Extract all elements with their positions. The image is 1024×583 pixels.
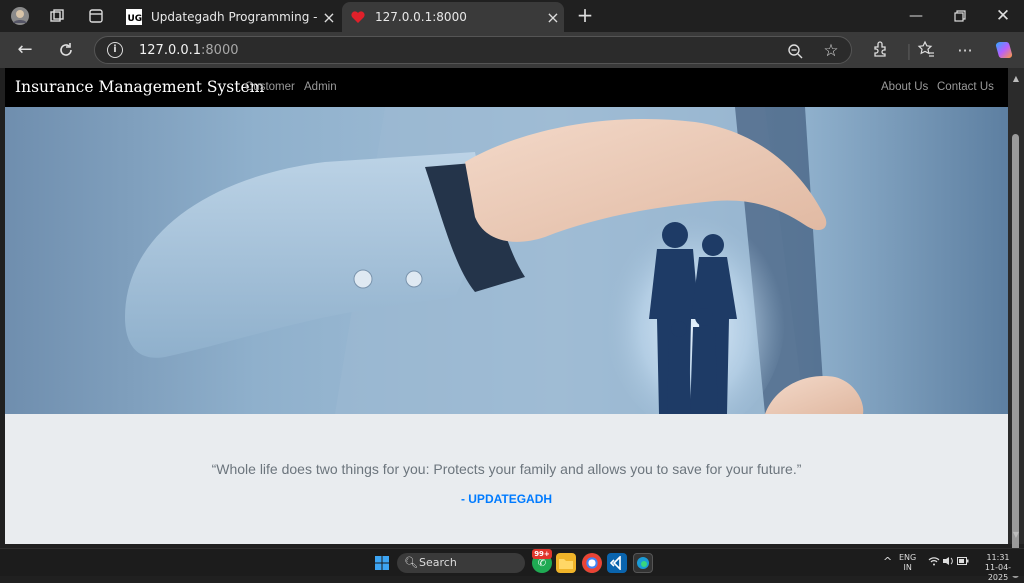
favorite-star-icon[interactable]: ☆ [821,41,841,61]
favorites-icon[interactable] [915,40,937,62]
taskbar-search[interactable]: 🔍︎ Search [397,553,525,573]
language-indicator[interactable]: ENG IN [899,553,916,573]
clock[interactable]: 11:31 11-04-2025 [976,553,1020,583]
workspaces-icon[interactable] [46,5,68,27]
new-tab-button[interactable]: + [573,5,597,27]
page-scrollbar[interactable]: ▲ ▼ [1008,68,1024,578]
site-brand[interactable]: Insurance Management System [15,78,264,96]
nav-contact-link[interactable]: Contact Us [937,81,994,93]
ug-logo-icon: UG [126,9,142,25]
address-bar[interactable]: i 127.0.0.1:8000 ☆ [94,36,852,64]
close-tab-icon[interactable]: × [542,8,564,27]
tab-localhost[interactable]: 127.0.0.1:8000 × [342,2,564,32]
heart-icon [350,9,366,25]
quote-author: - UPDATEGADH [460,492,553,506]
profile-avatar-icon[interactable] [9,5,31,27]
close-tab-icon[interactable]: × [318,8,340,27]
tab-title: Updategadh Programming - Upd [151,10,318,24]
page-viewport: Insurance Management System Customer Adm… [5,68,1008,544]
nav-admin-link[interactable]: Admin [304,81,337,93]
tray-chevron-icon[interactable]: ^ [883,556,892,567]
scroll-up-icon[interactable]: ▲ [1011,74,1021,84]
notification-badge: 99+ [532,549,552,559]
tab-updategadh[interactable]: UG Updategadh Programming - Upd × [118,2,340,32]
volume-icon[interactable] [942,556,954,569]
copilot-icon[interactable] [993,40,1015,62]
close-window-button[interactable]: ✕ [983,4,1023,28]
windows-taskbar: 🔍︎ Search ✆ 99+ ^ ENG IN 11:31 11-04-202… [0,548,1024,582]
zoom-out-icon[interactable] [785,41,805,61]
browser-toolbar: ← i 127.0.0.1:8000 ☆ | ··· [0,32,1024,68]
back-arrow-icon[interactable]: ← [13,38,37,62]
minimize-button[interactable]: — [896,4,936,28]
hero-image [5,107,1008,414]
nav-customer-link[interactable]: Customer [245,81,295,93]
search-icon: 🔍︎ [404,556,418,569]
refresh-icon[interactable] [54,38,78,62]
more-options-icon[interactable]: ··· [954,40,976,62]
battery-icon[interactable] [957,556,969,569]
edge-icon[interactable] [633,553,653,573]
quote-text: “Whole life does two things for you: Pro… [211,461,802,477]
scroll-down-icon[interactable]: ▼ [1011,530,1021,540]
file-explorer-icon[interactable] [556,553,576,573]
restore-button[interactable] [940,4,980,28]
tab-strip: UG Updategadh Programming - Upd × 127.0.… [0,0,1024,32]
wifi-icon[interactable] [928,556,940,569]
tab-actions-icon[interactable] [85,5,107,27]
nav-about-link[interactable]: About Us [881,81,928,93]
info-icon[interactable]: i [107,42,123,58]
site-navbar: Insurance Management System Customer Adm… [5,68,1008,107]
quote-section: “Whole life does two things for you: Pro… [5,414,1008,544]
svg-text:UG: UG [128,14,143,24]
vscode-icon[interactable] [607,553,627,573]
address-url[interactable]: 127.0.0.1:8000 [139,43,239,58]
tab-title: 127.0.0.1:8000 [375,10,467,24]
extensions-icon[interactable] [869,40,891,62]
scrollbar-thumb[interactable] [1012,134,1019,578]
chrome-icon[interactable] [582,553,602,573]
start-windows-icon[interactable] [372,553,392,573]
